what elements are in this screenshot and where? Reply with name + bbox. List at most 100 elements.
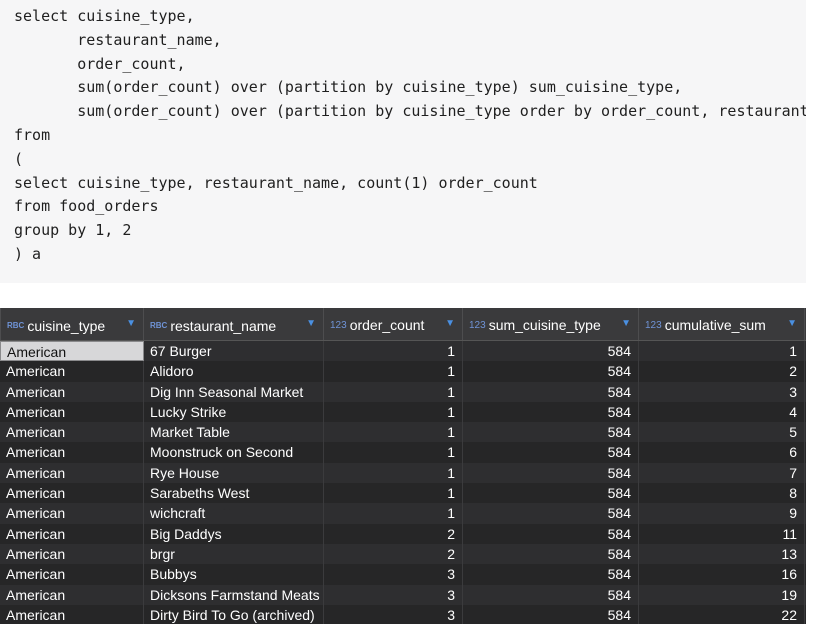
cell-cuisine-type[interactable]: American: [0, 361, 144, 382]
cell-order-count[interactable]: 3: [324, 604, 463, 624]
cell-cumulative-sum[interactable]: 8: [639, 483, 805, 504]
cell-cumulative-sum[interactable]: 1: [639, 341, 805, 362]
cell-order-count[interactable]: 3: [324, 584, 463, 605]
sort-dropdown-icon[interactable]: ▼: [621, 317, 631, 331]
cell-cuisine-type[interactable]: American: [0, 604, 144, 624]
cell-restaurant-name[interactable]: Moonstruck on Second: [144, 442, 324, 463]
cell-sum-cuisine-type[interactable]: 584: [463, 584, 639, 605]
cell-sum-cuisine-type[interactable]: 584: [463, 543, 639, 565]
cell-cuisine-type[interactable]: American: [0, 503, 144, 524]
cell-restaurant-name[interactable]: Rye House: [144, 462, 324, 484]
cell-cumulative-sum[interactable]: 16: [639, 564, 805, 585]
cell-restaurant-name[interactable]: Sarabeths West: [144, 483, 324, 504]
cell-sum-cuisine-type[interactable]: 584: [463, 483, 639, 504]
cell-restaurant-name[interactable]: Dig Inn Seasonal Market: [144, 381, 324, 402]
sort-dropdown-icon[interactable]: ▼: [126, 317, 136, 331]
cell-cuisine-type[interactable]: American: [0, 483, 144, 504]
table-row[interactable]: American brgr 2 584 13: [0, 543, 806, 565]
cell-order-count[interactable]: 1: [324, 341, 463, 362]
cell-sum-cuisine-type[interactable]: 584: [463, 503, 639, 524]
cell-cuisine-type[interactable]: American: [0, 564, 144, 585]
cell-sum-cuisine-type[interactable]: 584: [463, 523, 639, 544]
cell-sum-cuisine-type[interactable]: 584: [463, 442, 639, 463]
cell-cumulative-sum[interactable]: 6: [639, 442, 805, 463]
cell-cumulative-sum[interactable]: 2: [639, 361, 805, 382]
cell-restaurant-name[interactable]: Alidoro: [144, 361, 324, 382]
results-grid: RBC cuisine_type ▼ RBC restaurant_name ▼ 1…: [0, 308, 806, 624]
cell-order-count[interactable]: 1: [324, 462, 463, 484]
sort-dropdown-icon[interactable]: ▼: [445, 317, 455, 331]
cell-cuisine-type[interactable]: American: [0, 341, 144, 362]
table-row[interactable]: American Sarabeths West 1 584 8: [0, 483, 806, 504]
cell-order-count[interactable]: 1: [324, 503, 463, 524]
cell-sum-cuisine-type[interactable]: 584: [463, 422, 639, 443]
table-row[interactable]: American Market Table 1 584 5: [0, 422, 806, 443]
cell-sum-cuisine-type[interactable]: 584: [463, 361, 639, 382]
sort-dropdown-icon[interactable]: ▼: [787, 317, 797, 331]
cell-cumulative-sum[interactable]: 3: [639, 381, 805, 402]
table-row[interactable]: American Lucky Strike 1 584 4: [0, 401, 806, 423]
cell-restaurant-name[interactable]: Big Daddys: [144, 523, 324, 544]
cell-order-count[interactable]: 2: [324, 523, 463, 544]
cell-order-count[interactable]: 1: [324, 381, 463, 402]
table-row[interactable]: American Bubbys 3 584 16: [0, 564, 806, 585]
cell-cuisine-type[interactable]: American: [0, 381, 144, 402]
table-row[interactable]: American 67 Burger 1 584 1: [0, 341, 806, 362]
cell-cumulative-sum[interactable]: 19: [639, 584, 805, 605]
column-header-cuisine-type[interactable]: RBC cuisine_type ▼: [0, 308, 144, 340]
cell-cuisine-type[interactable]: American: [0, 401, 144, 423]
cell-restaurant-name[interactable]: Lucky Strike: [144, 401, 324, 423]
sql-code-text: select cuisine_type, restaurant_name, or…: [14, 7, 806, 263]
cell-sum-cuisine-type[interactable]: 584: [463, 604, 639, 624]
cell-sum-cuisine-type[interactable]: 584: [463, 341, 639, 362]
cell-restaurant-name[interactable]: 67 Burger: [144, 341, 324, 362]
column-header-cumulative-sum[interactable]: 123 cumulative_sum ▼: [639, 308, 805, 340]
cell-restaurant-name[interactable]: brgr: [144, 543, 324, 565]
cell-cuisine-type[interactable]: American: [0, 584, 144, 605]
cell-order-count[interactable]: 2: [324, 543, 463, 565]
cell-order-count[interactable]: 1: [324, 442, 463, 463]
table-row[interactable]: American Dig Inn Seasonal Market 1 584 3: [0, 381, 806, 402]
column-header-order-count[interactable]: 123 order_count ▼: [324, 308, 463, 340]
cell-restaurant-name[interactable]: Market Table: [144, 422, 324, 443]
column-header-sum-cuisine-type[interactable]: 123 sum_cuisine_type ▼: [463, 308, 639, 340]
cell-cuisine-type[interactable]: American: [0, 422, 144, 443]
cell-cumulative-sum[interactable]: 13: [639, 543, 805, 565]
cell-order-count[interactable]: 1: [324, 361, 463, 382]
cell-order-count[interactable]: 1: [324, 401, 463, 423]
cell-cuisine-type[interactable]: American: [0, 543, 144, 565]
table-row[interactable]: American Rye House 1 584 7: [0, 462, 806, 484]
table-row[interactable]: American Dirty Bird To Go (archived) 3 584 2…: [0, 604, 806, 624]
cell-restaurant-name[interactable]: wichcraft: [144, 503, 324, 524]
cell-order-count[interactable]: 1: [324, 422, 463, 443]
table-row[interactable]: American Alidoro 1 584 2: [0, 361, 806, 382]
cell-sum-cuisine-type[interactable]: 584: [463, 401, 639, 423]
cell-cumulative-sum[interactable]: 5: [639, 422, 805, 443]
cell-cumulative-sum[interactable]: 4: [639, 401, 805, 423]
table-row[interactable]: American Moonstruck on Second 1 584 6: [0, 442, 806, 463]
sql-code-block: select cuisine_type, restaurant_name, or…: [0, 0, 806, 283]
cell-restaurant-name[interactable]: Bubbys: [144, 564, 324, 585]
cell-restaurant-name[interactable]: Dirty Bird To Go (archived): [144, 604, 324, 624]
sort-dropdown-icon[interactable]: ▼: [306, 317, 316, 331]
table-row[interactable]: American wichcraft 1 584 9: [0, 503, 806, 524]
column-header-restaurant-name[interactable]: RBC restaurant_name ▼: [144, 308, 324, 340]
cell-sum-cuisine-type[interactable]: 584: [463, 462, 639, 484]
cell-cuisine-type[interactable]: American: [0, 523, 144, 544]
cell-cumulative-sum[interactable]: 11: [639, 523, 805, 544]
text-type-icon: RBC: [7, 321, 25, 330]
cell-order-count[interactable]: 1: [324, 483, 463, 504]
cell-cuisine-type[interactable]: American: [0, 462, 144, 484]
number-type-icon: 123: [469, 320, 486, 331]
cell-restaurant-name[interactable]: Dicksons Farmstand Meats: [144, 584, 324, 605]
table-row[interactable]: American Dicksons Farmstand Meats 3 584 19: [0, 584, 806, 605]
table-row[interactable]: American Big Daddys 2 584 11: [0, 523, 806, 544]
cell-cumulative-sum[interactable]: 9: [639, 503, 805, 524]
cell-order-count[interactable]: 3: [324, 564, 463, 585]
results-body: American 67 Burger 1 584 1 American Alidoro 1 58…: [0, 341, 806, 624]
cell-sum-cuisine-type[interactable]: 584: [463, 564, 639, 585]
cell-cumulative-sum[interactable]: 22: [639, 604, 805, 624]
cell-sum-cuisine-type[interactable]: 584: [463, 381, 639, 402]
cell-cuisine-type[interactable]: American: [0, 442, 144, 463]
cell-cumulative-sum[interactable]: 7: [639, 462, 805, 484]
